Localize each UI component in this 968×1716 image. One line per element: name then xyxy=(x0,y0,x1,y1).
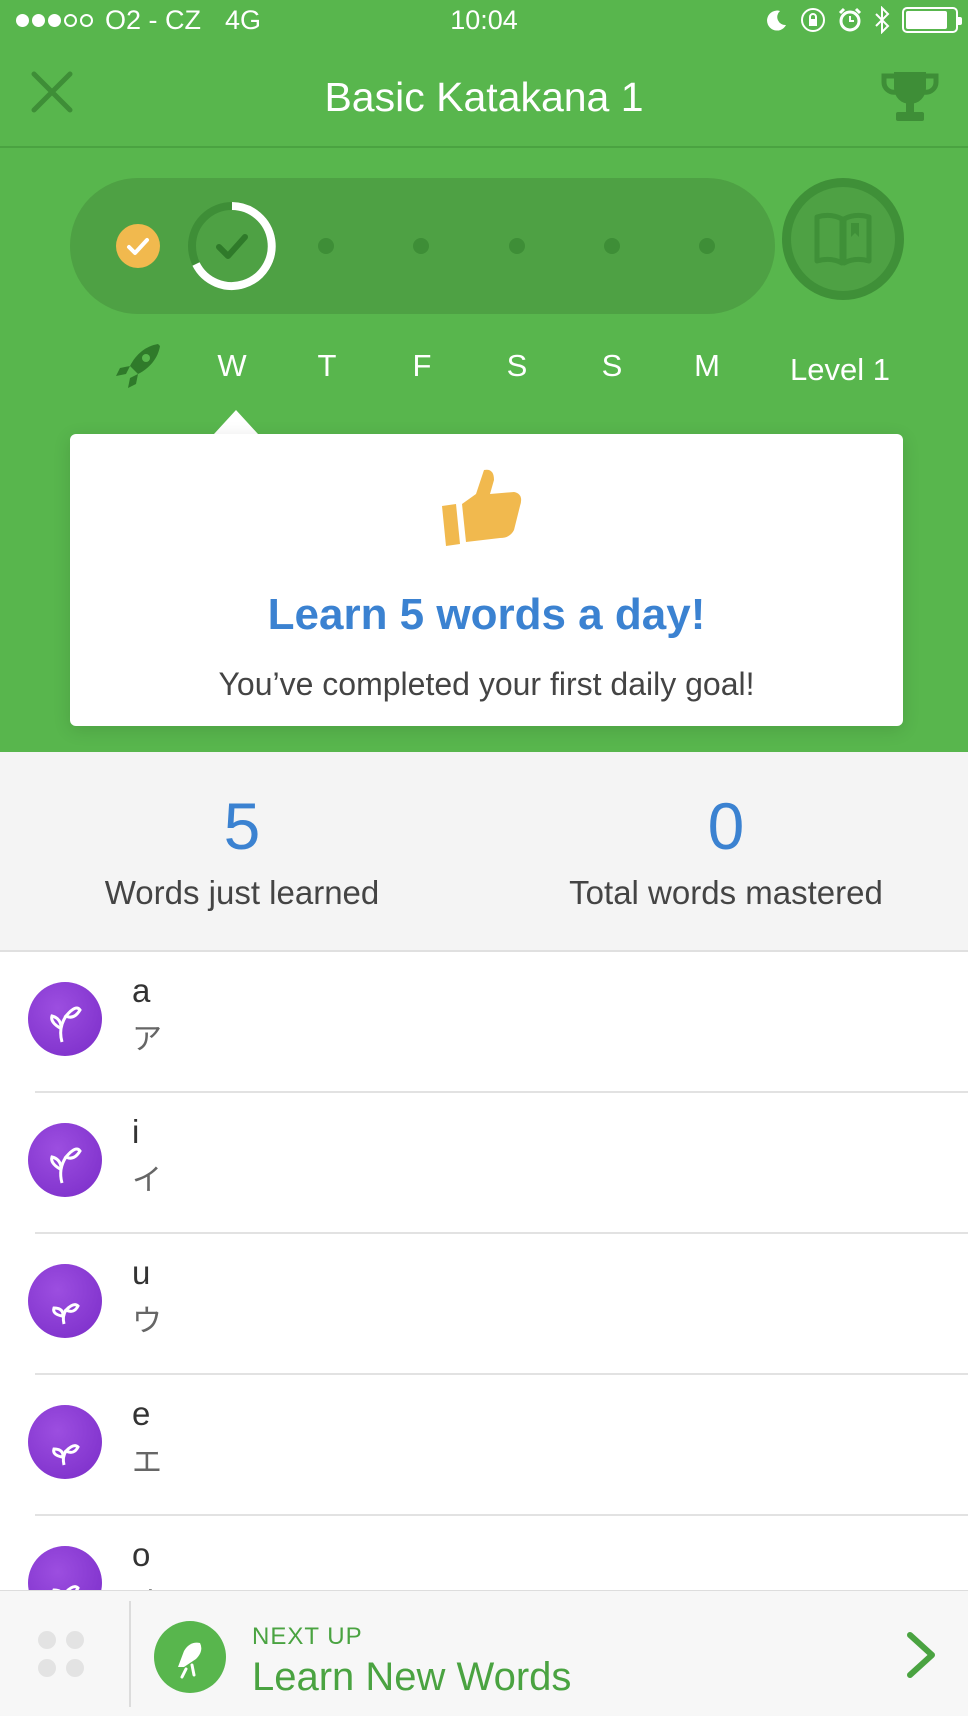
current-day-progress-ring xyxy=(188,202,276,290)
menu-grid-icon[interactable] xyxy=(38,1631,88,1681)
day-label: S xyxy=(506,348,528,383)
next-up-label: NEXT UP xyxy=(252,1623,363,1650)
word-kana: イ xyxy=(132,1164,162,1197)
daily-goal-card: Learn 5 words a day! You’ve completed yo… xyxy=(70,434,903,726)
list-item[interactable]: i イ xyxy=(0,1093,968,1234)
completed-day-icon xyxy=(116,224,160,268)
lesson-title: Basic Katakana 1 xyxy=(324,74,644,120)
bluetooth-icon xyxy=(875,6,890,34)
word-kana: エ xyxy=(132,1446,162,1479)
day-label: W xyxy=(217,348,247,383)
lesson-header: Basic Katakana 1 xyxy=(0,40,968,148)
thumbs-up-icon xyxy=(442,469,522,546)
word-kana: ウ xyxy=(132,1305,162,1338)
word-romaji: o xyxy=(132,1536,151,1573)
day-dot xyxy=(604,238,620,254)
rotation-lock-icon xyxy=(801,8,825,32)
alarm-icon xyxy=(838,7,862,32)
seedling-icon xyxy=(28,1405,102,1479)
word-romaji: u xyxy=(132,1254,151,1291)
words-learned-label: Words just learned xyxy=(104,874,380,911)
rocket-icon xyxy=(116,344,160,388)
words-mastered-stat: 0 Total words mastered xyxy=(484,788,968,912)
learned-words-list: a ア i イ u ウ e エ o オ xyxy=(0,952,968,1657)
list-item[interactable]: a ア xyxy=(0,952,968,1093)
word-romaji: a xyxy=(132,972,151,1009)
card-pointer xyxy=(214,410,258,434)
trophy-icon[interactable] xyxy=(880,68,940,124)
learn-new-words-icon xyxy=(154,1621,226,1693)
words-mastered-label: Total words mastered xyxy=(569,874,883,911)
level-label: Level 1 xyxy=(790,352,890,387)
plant-growth-icon xyxy=(28,1123,102,1197)
plant-growth-icon xyxy=(28,982,102,1056)
word-romaji: i xyxy=(132,1113,140,1150)
status-bar: O2 - CZ 4G 10:04 xyxy=(0,0,968,40)
day-label: M xyxy=(694,348,720,383)
day-label: F xyxy=(412,348,432,383)
words-learned-count: 5 xyxy=(223,789,261,863)
word-romaji: e xyxy=(132,1395,151,1432)
divider xyxy=(129,1601,131,1707)
words-mastered-count: 0 xyxy=(707,789,745,863)
seedling-icon xyxy=(28,1264,102,1338)
word-kana: ア xyxy=(132,1023,162,1056)
goal-message: You’ve completed your first daily goal! xyxy=(218,666,755,702)
day-label: T xyxy=(317,348,337,383)
chevron-right-icon[interactable] xyxy=(902,1631,938,1679)
day-dot xyxy=(509,238,525,254)
goal-heading: Learn 5 words a day! xyxy=(267,590,706,639)
moon-icon xyxy=(767,10,786,31)
list-item[interactable]: e エ xyxy=(0,1375,968,1516)
next-up-title: Learn New Words xyxy=(252,1655,572,1699)
words-learned-stat: 5 Words just learned xyxy=(0,788,484,912)
book-icon xyxy=(814,212,872,266)
level-book-button[interactable] xyxy=(782,178,904,300)
day-dot xyxy=(318,238,334,254)
battery-icon xyxy=(902,7,962,33)
day-dot xyxy=(413,238,429,254)
list-item[interactable]: u ウ xyxy=(0,1234,968,1375)
session-stats: 5 Words just learned 0 Total words maste… xyxy=(0,752,968,952)
day-label: S xyxy=(601,348,623,383)
next-up-bar[interactable]: NEXT UP Learn New Words xyxy=(0,1590,968,1716)
day-dot xyxy=(699,238,715,254)
